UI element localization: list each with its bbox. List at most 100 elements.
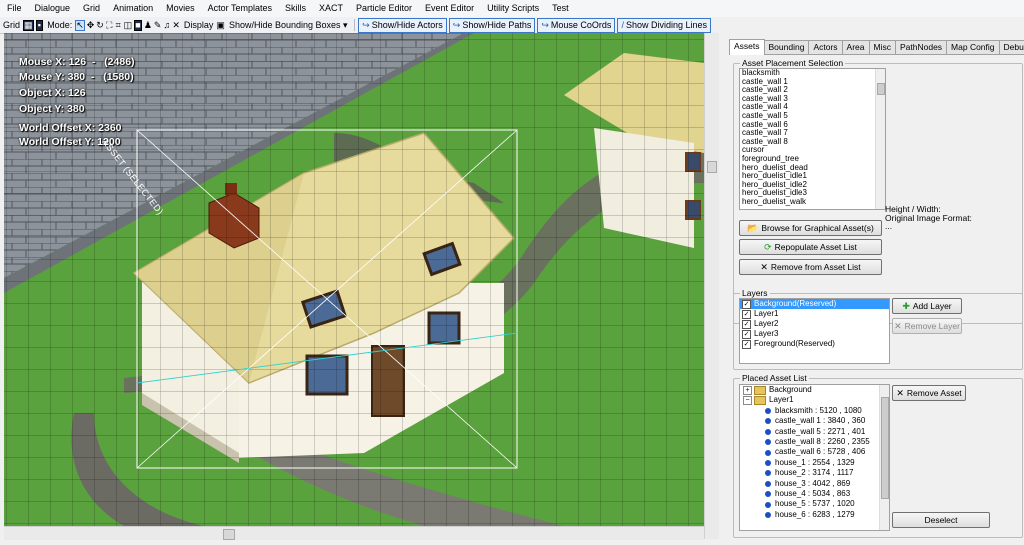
placed-asset-item[interactable]: house_5 : 5737 , 1020	[740, 499, 889, 509]
mouse-coords-button[interactable]: ↪ Mouse CoOrds	[537, 17, 616, 33]
asset-list-scrollbar[interactable]	[875, 69, 885, 209]
layer-row[interactable]: ✓ Layer3	[740, 329, 889, 339]
tab-assets[interactable]: Assets	[729, 39, 765, 55]
placed-list-scroll-thumb[interactable]	[881, 397, 889, 499]
layer-label: Foreground(Reserved)	[754, 339, 835, 348]
tab-actors[interactable]: Actors	[808, 40, 843, 54]
scale-icon[interactable]: ⛶	[106, 20, 113, 31]
menu-file[interactable]: File	[0, 0, 28, 17]
remove-asset-button[interactable]: ✕ Remove Asset	[892, 385, 966, 401]
placed-asset-label: house_5 : 5737 , 1020	[775, 499, 855, 509]
region-icon[interactable]: ◫	[124, 20, 133, 31]
show-actors-button[interactable]: ↪ Show/Hide Actors	[358, 17, 447, 33]
vertical-scroll-thumb[interactable]	[707, 161, 717, 173]
asset-node-icon	[765, 480, 771, 487]
placed-list-scrollbar[interactable]	[879, 385, 889, 530]
layers-group: Layers ✓ Background(Reserved) ✓ Layer1 ✓ La…	[733, 288, 1023, 370]
menu-event-editor[interactable]: Event Editor	[418, 0, 480, 17]
layer-row[interactable]: ✓ Background(Reserved)	[740, 299, 889, 309]
placed-asset-item[interactable]: blacksmith : 5120 , 1080	[740, 406, 889, 416]
placed-asset-item[interactable]: house_3 : 4042 , 869	[740, 479, 889, 489]
music-icon[interactable]: ♫	[163, 20, 171, 31]
deselect-button[interactable]: Deselect	[892, 512, 990, 528]
menu-dialogue[interactable]: Dialogue	[28, 0, 77, 17]
show-bounding-boxes-dropdown[interactable]: Show/Hide Bounding Boxes ▾	[226, 19, 351, 32]
show-paths-label: Show/Hide Paths	[462, 19, 532, 30]
layer-row[interactable]: ✓ Foreground(Reserved)	[740, 339, 889, 349]
menu-grid[interactable]: Grid	[76, 0, 106, 17]
menu-animation[interactable]: Animation	[106, 0, 159, 17]
tab-misc[interactable]: Misc	[868, 40, 896, 54]
actor-icon[interactable]: ♟	[144, 20, 152, 31]
layer-row[interactable]: ✓ Layer2	[740, 319, 889, 329]
fill-icon[interactable]: ■	[134, 19, 142, 31]
layer-checkbox[interactable]: ✓	[742, 299, 751, 309]
dropdown-arrow-icon: ▾	[340, 19, 348, 30]
move-icon[interactable]: ✥	[87, 20, 95, 31]
expand-icon[interactable]: +	[743, 385, 752, 395]
placed-asset-item[interactable]: castle_wall 5 : 2271 , 401	[740, 427, 889, 437]
menu-skills[interactable]: Skills	[278, 0, 312, 17]
erase-icon[interactable]: ✕	[172, 20, 180, 31]
menu-movies[interactable]: Movies	[159, 0, 201, 17]
placed-asset-item[interactable]: house_4 : 5034 , 863	[740, 489, 889, 499]
pointer-icon[interactable]: ↖	[75, 19, 85, 31]
list-item[interactable]: hero_duelist_walk	[740, 197, 885, 207]
horizontal-scrollbar[interactable]	[4, 526, 704, 540]
display-label: Display	[183, 20, 214, 30]
object-x-readout: Object X: 126	[19, 87, 86, 99]
tree-node-background[interactable]: + Background	[740, 385, 889, 395]
placed-assets-title: Placed Asset List	[740, 373, 809, 383]
add-layer-label: Add Layer	[912, 301, 952, 311]
map-canvas[interactable]: Mouse X: 126 - (2486) Mouse Y: 380 - (15…	[4, 33, 704, 526]
asset-list-scroll-thumb[interactable]	[877, 83, 885, 95]
placed-asset-item[interactable]: castle_wall 6 : 5728 , 406	[740, 447, 889, 457]
vertical-scrollbar[interactable]	[704, 33, 719, 539]
dividing-lines-button[interactable]: / Show Dividing Lines	[617, 17, 711, 33]
rotate-icon[interactable]: ↻	[96, 20, 104, 31]
layer-checkbox[interactable]: ✓	[742, 309, 751, 319]
tab-map-config[interactable]: Map Config	[946, 40, 1000, 54]
remove-from-list-button[interactable]: ✕ Remove from Asset List	[739, 259, 882, 275]
placed-asset-item[interactable]: house_2 : 3174 , 1117	[740, 468, 889, 478]
layers-title: Layers	[740, 288, 770, 298]
show-paths-button[interactable]: ↪ Show/Hide Paths	[448, 17, 536, 33]
menu-utility-scripts[interactable]: Utility Scripts	[480, 0, 545, 17]
menu-xact[interactable]: XACT	[312, 0, 349, 17]
placed-asset-label: castle_wall 1 : 3840 , 360	[775, 416, 866, 426]
tab-pathnodes[interactable]: PathNodes	[894, 40, 948, 54]
tab-area[interactable]: Area	[841, 40, 870, 54]
layer-checkbox[interactable]: ✓	[742, 329, 751, 339]
collapse-icon[interactable]: −	[743, 396, 752, 406]
browse-assets-button[interactable]: 📂 Browse for Graphical Asset(s)	[739, 220, 882, 236]
layer-row[interactable]: ✓ Layer1	[740, 309, 889, 319]
repopulate-list-button[interactable]: ⟳ Repopulate Asset List	[739, 239, 882, 255]
add-layer-button[interactable]: ✚ Add Layer	[892, 298, 962, 314]
tree-node-label: Layer1	[769, 395, 794, 405]
menu-particle-editor[interactable]: Particle Editor	[349, 0, 418, 17]
repopulate-list-label: Repopulate Asset List	[774, 242, 857, 252]
layer-checkbox[interactable]: ✓	[742, 339, 751, 349]
menu-actor-templates[interactable]: Actor Templates	[201, 0, 278, 17]
placed-asset-item[interactable]: house_6 : 6283 , 1279	[740, 510, 889, 520]
remove-layer-button[interactable]: ✕ Remove Layer	[892, 318, 962, 334]
menu-test[interactable]: Test	[545, 0, 575, 17]
placed-asset-item[interactable]: castle_wall 1 : 3840 , 360	[740, 416, 889, 426]
format-value: ...	[885, 221, 893, 231]
layers-listbox[interactable]: ✓ Background(Reserved) ✓ Layer1 ✓ Layer2 ✓ L…	[739, 298, 890, 364]
node-icon[interactable]: ⌗	[115, 20, 122, 31]
tab-bounding[interactable]: Bounding	[763, 40, 810, 54]
tab-debug[interactable]: Debug	[998, 40, 1024, 54]
close-icon: ✕	[894, 320, 902, 331]
horizontal-scroll-thumb[interactable]	[223, 529, 235, 540]
placed-asset-item[interactable]: castle_wall 8 : 2260 , 2355	[740, 437, 889, 447]
placed-assets-tree[interactable]: + Background − Layer1 blacksmith : 5120 , …	[739, 384, 890, 531]
layer-checkbox[interactable]: ✓	[742, 319, 751, 329]
save-icon[interactable]: ▪	[35, 19, 44, 31]
paint-icon[interactable]: ✎	[154, 20, 162, 31]
grid-icon[interactable]: ▦	[23, 19, 34, 31]
placed-asset-item[interactable]: house_1 : 2554 , 1329	[740, 458, 889, 468]
layer-label: Layer1	[754, 309, 779, 318]
asset-listbox[interactable]: blacksmith castle_wall 1 castle_wall 2 c…	[739, 68, 886, 210]
tree-node-layer1[interactable]: − Layer1	[740, 395, 889, 406]
